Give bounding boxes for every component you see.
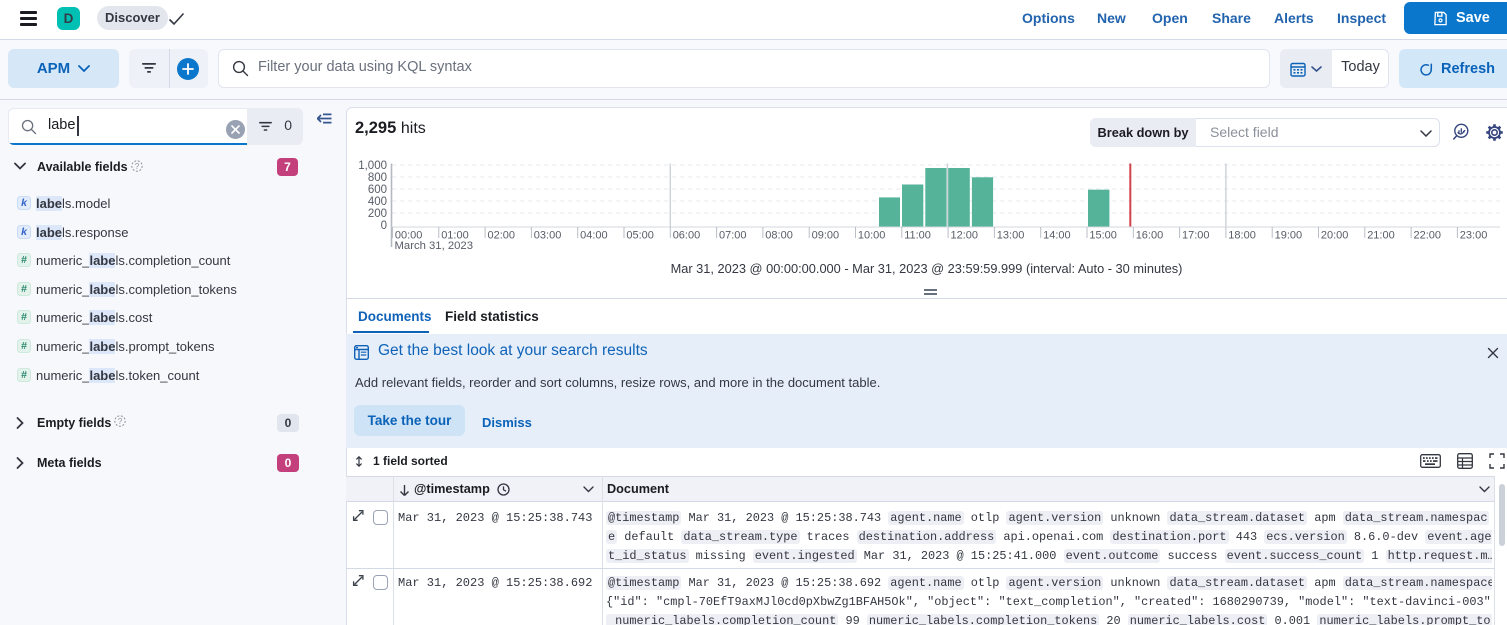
svg-text:?: ? [135, 162, 140, 171]
svg-text:800: 800 [368, 172, 387, 184]
svg-text:18:00: 18:00 [1228, 230, 1256, 242]
svg-text:10:00: 10:00 [858, 230, 886, 242]
svg-text:11:00: 11:00 [904, 230, 931, 242]
svg-text:0: 0 [381, 220, 387, 232]
svg-text:09:00: 09:00 [812, 230, 840, 242]
svg-text:08:00: 08:00 [765, 230, 793, 242]
svg-text:14:00: 14:00 [1043, 230, 1071, 242]
svg-text:200: 200 [368, 208, 387, 220]
svg-text:07:00: 07:00 [719, 230, 747, 242]
svg-text:06:00: 06:00 [673, 230, 701, 242]
svg-text:21:00: 21:00 [1367, 230, 1395, 242]
svg-text:03:00: 03:00 [534, 230, 562, 242]
svg-text:20:00: 20:00 [1321, 230, 1349, 242]
svg-text:?: ? [118, 417, 123, 426]
svg-text:12:00: 12:00 [951, 230, 979, 242]
svg-text:13:00: 13:00 [997, 230, 1025, 242]
svg-text:March 31, 2023: March 31, 2023 [395, 240, 474, 252]
svg-text:1,000: 1,000 [358, 160, 387, 172]
svg-text:17:00: 17:00 [1182, 230, 1210, 242]
svg-text:05:00: 05:00 [626, 230, 654, 242]
svg-text:02:00: 02:00 [488, 230, 516, 242]
svg-text:04:00: 04:00 [580, 230, 608, 242]
svg-text:600: 600 [368, 184, 387, 196]
svg-text:400: 400 [368, 196, 387, 208]
svg-text:19:00: 19:00 [1275, 230, 1303, 242]
svg-text:15:00: 15:00 [1089, 230, 1117, 242]
svg-text:23:00: 23:00 [1460, 230, 1488, 242]
svg-text:16:00: 16:00 [1136, 230, 1164, 242]
svg-text:22:00: 22:00 [1414, 230, 1442, 242]
